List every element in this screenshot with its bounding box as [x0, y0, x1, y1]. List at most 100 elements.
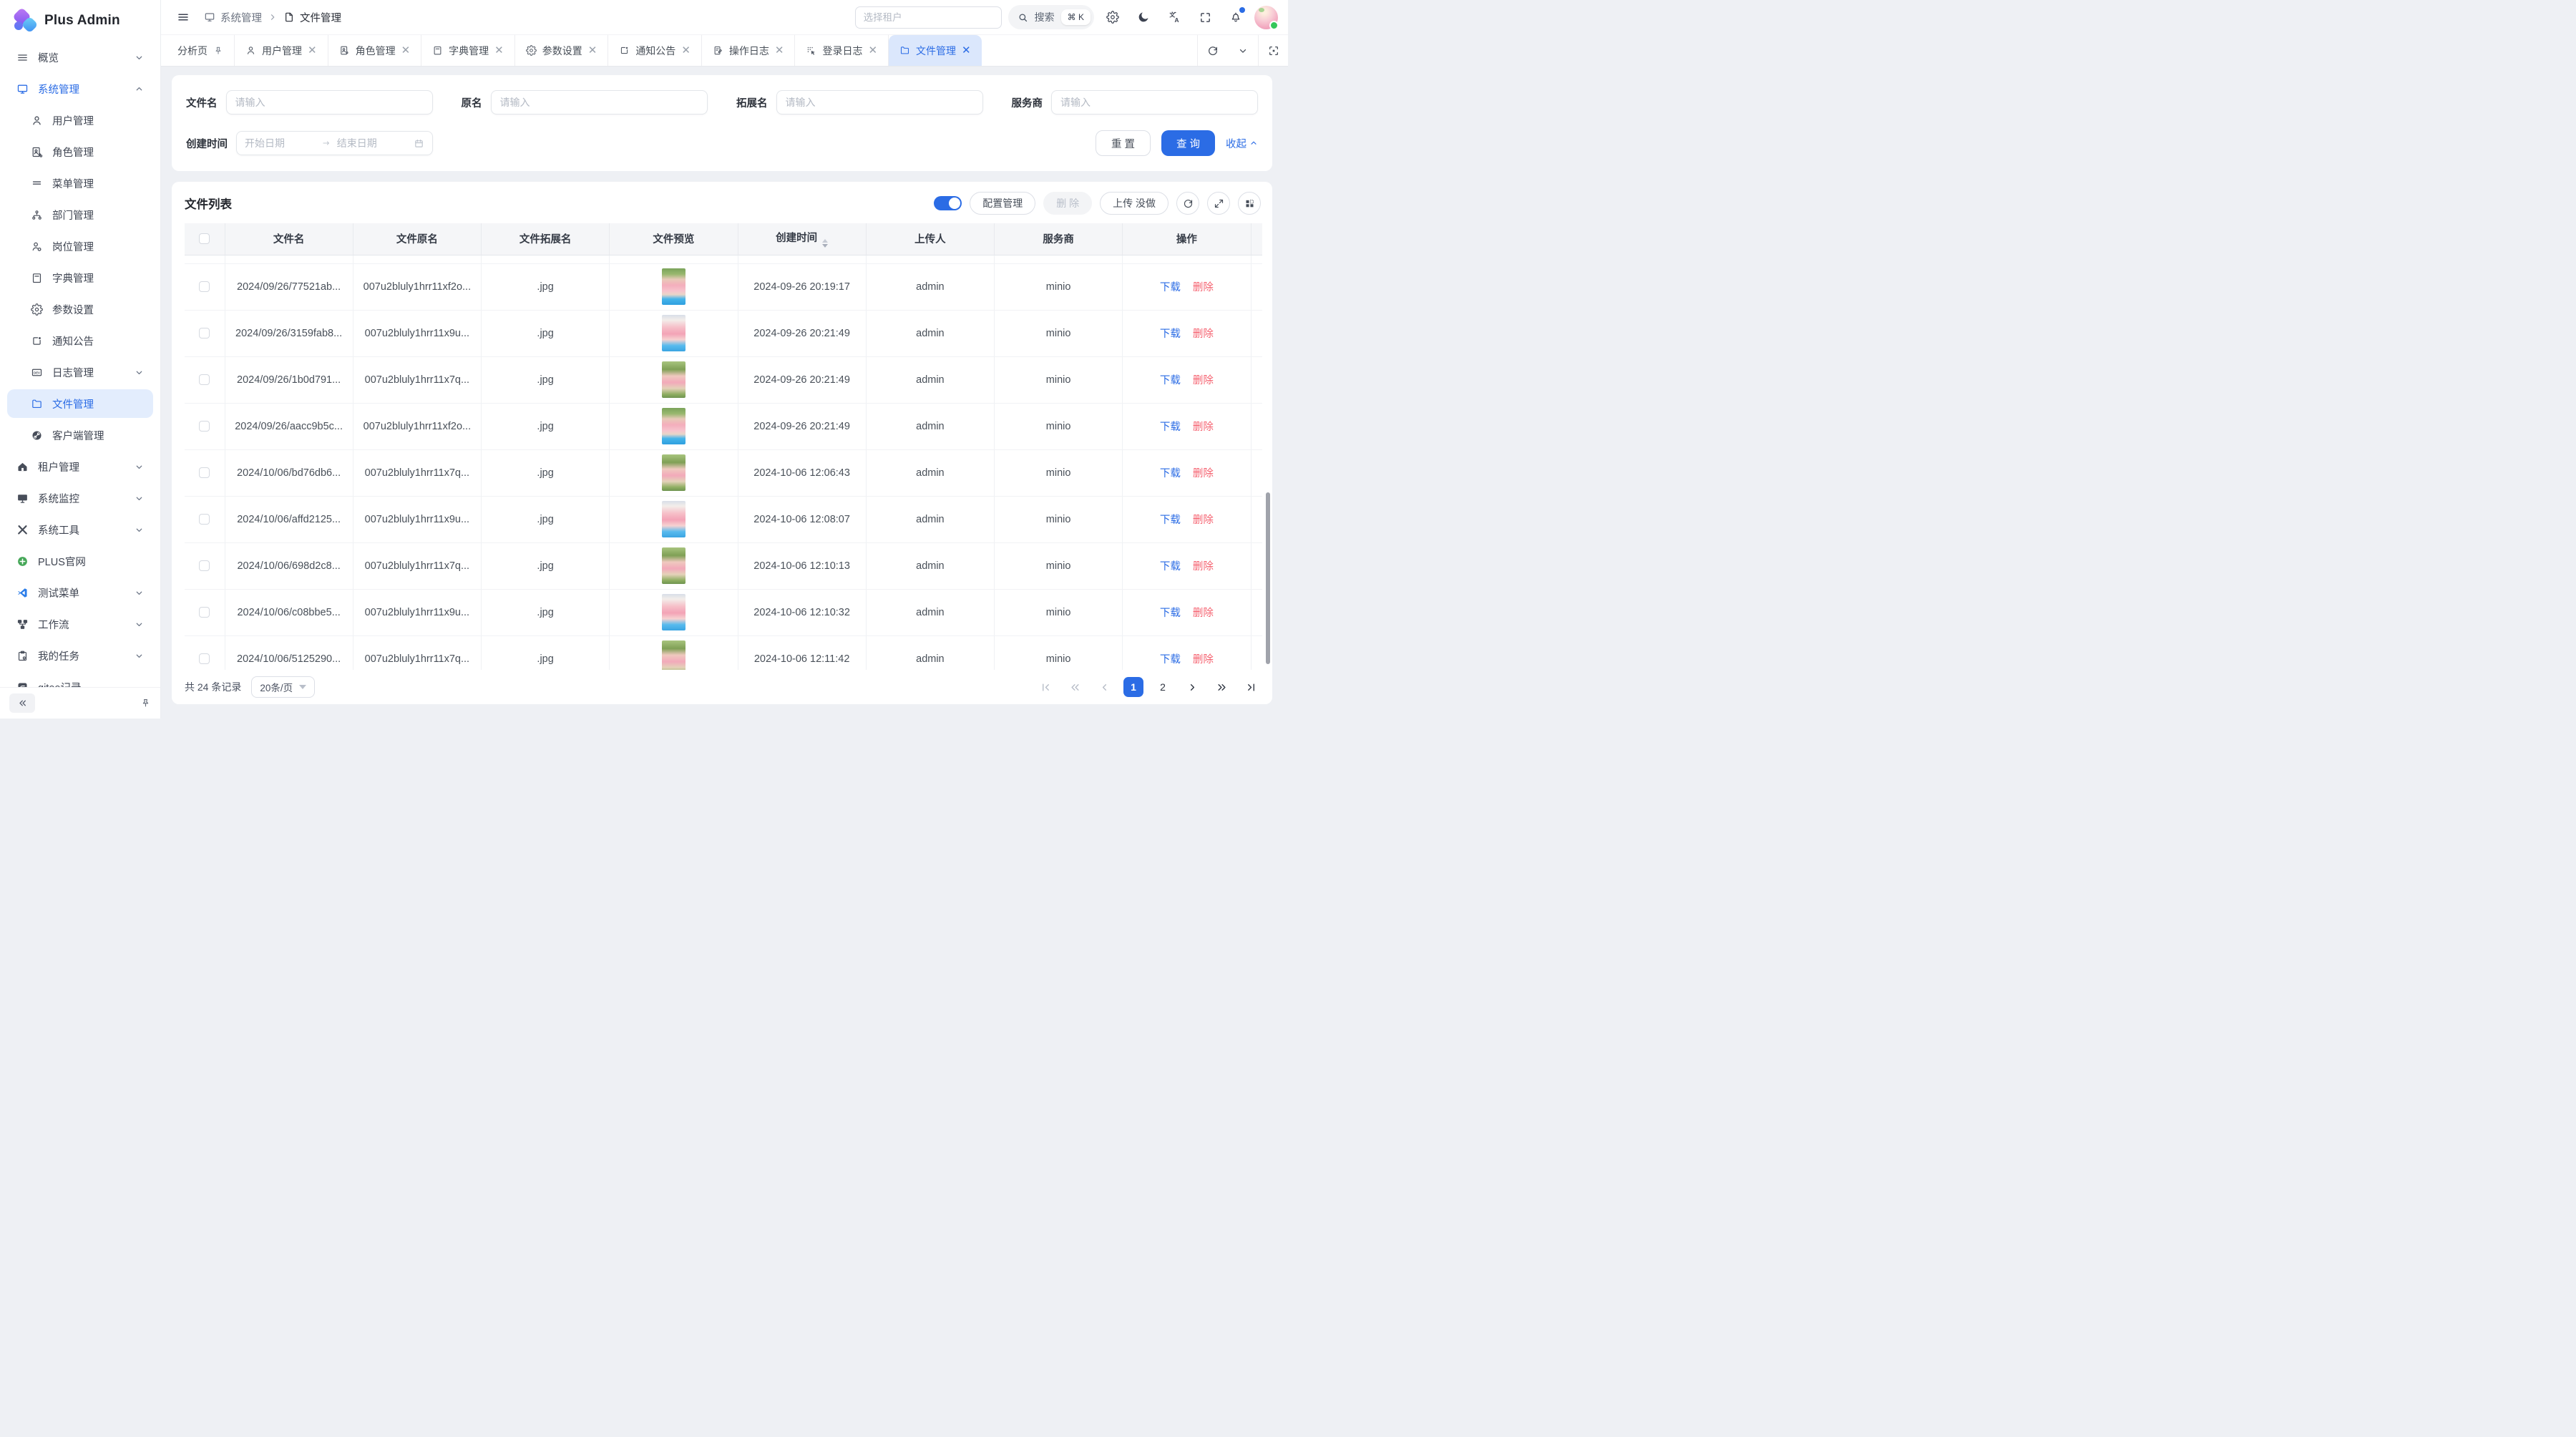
tab-dict-management[interactable]: 字典管理 ✕ [421, 35, 515, 66]
global-search[interactable]: 搜索 ⌘ K [1008, 5, 1094, 29]
file-thumbnail[interactable] [662, 268, 686, 305]
user-avatar[interactable] [1254, 6, 1278, 29]
delete-link[interactable]: 删除 [1193, 375, 1214, 386]
config-management-button[interactable]: 配置管理 [970, 192, 1035, 215]
sort-toggle[interactable] [822, 239, 828, 248]
tab-close-icon[interactable]: ✕ [775, 45, 784, 56]
download-link[interactable]: 下载 [1160, 561, 1181, 573]
sidebar-item-post-management[interactable]: 岗位管理 [7, 232, 153, 260]
prev-page-button[interactable] [1094, 677, 1114, 697]
next-page-button[interactable] [1182, 677, 1202, 697]
download-link[interactable]: 下载 [1160, 654, 1181, 666]
delete-link[interactable]: 删除 [1193, 282, 1214, 293]
sidebar-item-notice[interactable]: 通知公告 [7, 326, 153, 355]
row-checkbox[interactable] [199, 281, 210, 292]
download-link[interactable]: 下载 [1160, 375, 1181, 386]
language-button[interactable]: 文A [1162, 5, 1186, 29]
row-checkbox[interactable] [199, 653, 210, 664]
upload-button[interactable]: 上传 没做 [1100, 192, 1169, 215]
tab-close-icon[interactable]: ✕ [401, 45, 411, 56]
delete-link[interactable]: 删除 [1193, 328, 1214, 340]
row-checkbox[interactable] [199, 607, 210, 618]
tenant-select[interactable] [855, 6, 1002, 29]
sidebar-item-log-management[interactable]: DEV 日志管理 [7, 358, 153, 386]
tab-param-settings[interactable]: 参数设置 ✕ [515, 35, 609, 66]
sidebar-item-system-tools[interactable]: 系统工具 [7, 515, 153, 544]
jump-back-button[interactable] [1065, 677, 1085, 697]
file-thumbnail[interactable] [662, 454, 686, 491]
page-1-button[interactable]: 1 [1123, 677, 1143, 697]
sidebar-item-department-management[interactable]: 部门管理 [7, 200, 153, 229]
date-range-picker[interactable]: 开始日期 结束日期 [236, 131, 433, 155]
sidebar-item-overview[interactable]: 概览 [7, 43, 153, 72]
download-link[interactable]: 下载 [1160, 422, 1181, 433]
sidebar-item-system-monitor[interactable]: 系统监控 [7, 484, 153, 512]
sidebar-item-dict-management[interactable]: 字典管理 [7, 263, 153, 292]
row-checkbox[interactable] [199, 421, 210, 432]
jump-forward-button[interactable] [1211, 677, 1231, 697]
settings-button[interactable] [1101, 5, 1125, 29]
table-fullscreen-button[interactable] [1207, 192, 1230, 215]
sidebar-item-gitee-record[interactable]: gitee记录 [7, 673, 153, 687]
vertical-scrollbar[interactable] [1266, 492, 1270, 664]
breadcrumb-item-system-management[interactable]: 系统管理 [204, 10, 262, 25]
sidebar-item-menu-management[interactable]: 菜单管理 [7, 169, 153, 198]
pin-icon[interactable] [213, 46, 223, 56]
tab-login-log[interactable]: 登录日志 ✕ [795, 35, 889, 66]
row-checkbox[interactable] [199, 374, 210, 385]
page-size-select[interactable]: 20条/页 [251, 676, 315, 698]
app-logo[interactable]: Plus Admin [0, 0, 160, 42]
row-checkbox[interactable] [199, 560, 210, 571]
breadcrumb-item-file-management[interactable]: 文件管理 [283, 10, 341, 25]
download-link[interactable]: 下载 [1160, 328, 1181, 340]
sidebar-toggle-button[interactable] [171, 5, 195, 29]
download-link[interactable]: 下载 [1160, 282, 1181, 293]
tab-refresh-button[interactable] [1198, 35, 1228, 66]
sidebar-item-tenant-management[interactable]: 租户管理 [7, 452, 153, 481]
row-checkbox[interactable] [199, 467, 210, 478]
file-thumbnail[interactable] [662, 547, 686, 584]
tab-file-management[interactable]: 文件管理 ✕ [889, 35, 982, 66]
sidebar-item-my-tasks[interactable]: 我的任务 [7, 641, 153, 670]
tab-close-icon[interactable]: ✕ [308, 45, 317, 56]
sidebar-item-file-management[interactable]: 文件管理 [7, 389, 153, 418]
delete-link[interactable]: 删除 [1193, 422, 1214, 433]
delete-link[interactable]: 删除 [1193, 654, 1214, 666]
delete-link[interactable]: 删除 [1193, 561, 1214, 573]
search-button[interactable]: 查 询 [1161, 130, 1215, 156]
sidebar-item-user-management[interactable]: 用户管理 [7, 106, 153, 135]
tab-menu-button[interactable] [1228, 35, 1258, 66]
reset-button[interactable]: 重 置 [1096, 130, 1151, 156]
row-checkbox[interactable] [199, 328, 210, 338]
file-name-input[interactable] [226, 90, 433, 115]
sidebar-item-workflow[interactable]: 工作流 [7, 610, 153, 638]
delete-link[interactable]: 删除 [1193, 468, 1214, 479]
delete-link[interactable]: 删除 [1193, 515, 1214, 526]
sidebar-item-client-management[interactable]: 客户端管理 [7, 421, 153, 449]
page-2-button[interactable]: 2 [1153, 677, 1173, 697]
tab-operation-log[interactable]: 操作日志 ✕ [702, 35, 796, 66]
file-thumbnail[interactable] [662, 408, 686, 444]
preview-toggle[interactable] [934, 196, 962, 210]
download-link[interactable]: 下载 [1160, 468, 1181, 479]
file-thumbnail[interactable] [662, 594, 686, 630]
sidebar-pin-icon[interactable] [140, 698, 151, 708]
column-settings-button[interactable] [1238, 192, 1261, 215]
dark-mode-button[interactable] [1131, 5, 1156, 29]
file-thumbnail[interactable] [662, 640, 686, 670]
tab-notice[interactable]: 通知公告 ✕ [608, 35, 702, 66]
sidebar-item-system-management[interactable]: 系统管理 [7, 74, 153, 103]
tab-close-icon[interactable]: ✕ [588, 45, 597, 56]
tab-close-icon[interactable]: ✕ [494, 45, 504, 56]
select-all-checkbox[interactable] [199, 233, 210, 244]
tab-close-icon[interactable]: ✕ [681, 45, 691, 56]
sidebar-collapse-button[interactable] [9, 693, 35, 713]
tab-analysis-page[interactable]: 分析页 [167, 35, 235, 66]
sidebar-item-test-menu[interactable]: 测试菜单 [7, 578, 153, 607]
content-fullscreen-button[interactable] [1258, 35, 1288, 66]
download-link[interactable]: 下载 [1160, 515, 1181, 526]
sidebar-item-role-management[interactable]: 角色管理 [7, 137, 153, 166]
sidebar-item-plus-site[interactable]: PLUS官网 [7, 547, 153, 575]
tab-close-icon[interactable]: ✕ [962, 45, 971, 56]
sidebar-item-param-settings[interactable]: 参数设置 [7, 295, 153, 323]
